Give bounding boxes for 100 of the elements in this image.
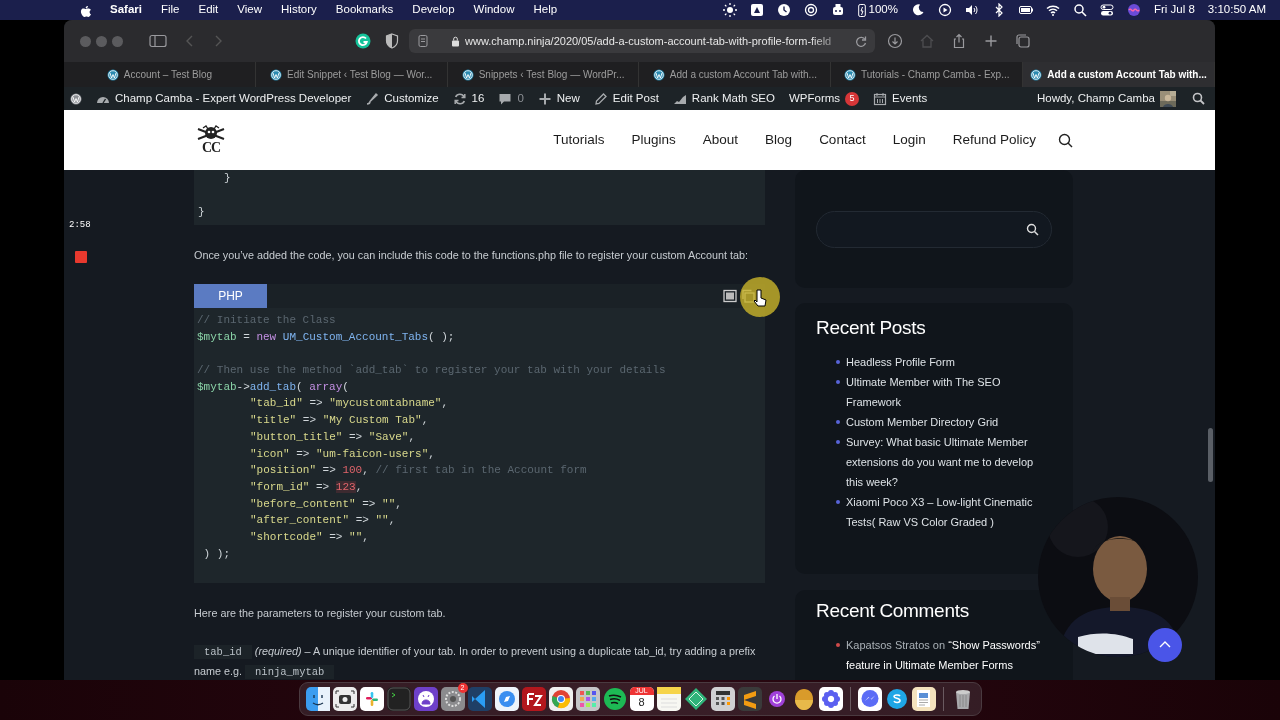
wifi-icon[interactable] (1045, 3, 1060, 17)
code-line: } (198, 206, 205, 218)
site-logo[interactable]: CC (194, 125, 228, 155)
app-icon[interactable] (305, 687, 330, 711)
sidebar-icon[interactable] (149, 34, 167, 48)
paragraph-text: Once you’ve added the code, you can include this code to the functions.php file to register your custom Account tab: (194, 248, 749, 263)
app-icon[interactable] (818, 687, 843, 711)
post-link[interactable]: Headless Profile Form (846, 352, 1052, 372)
new-tab-icon[interactable] (983, 33, 999, 49)
admin-site-link[interactable]: Champ Camba - Expert WordPress Developer (96, 89, 352, 108)
menu-item[interactable]: Bookmarks (335, 1, 394, 19)
apple-icon[interactable] (80, 3, 91, 17)
reload-icon[interactable] (855, 35, 867, 47)
assistant-icon[interactable] (1126, 3, 1141, 17)
nav-link[interactable]: About (702, 129, 739, 151)
code-line: // Then use the method `add_tab` to register your tab with your details (197, 364, 666, 377)
app-icon[interactable] (440, 687, 465, 711)
reader-icon[interactable] (417, 34, 429, 48)
search-icon[interactable] (1058, 132, 1073, 148)
paragraph-text: tab_id (required) – A unique identifier of your tab. In order to prevent using a duplicate tab_id, try adding a prefix name e.g. ninja_mytab (194, 644, 757, 680)
app-icon[interactable] (737, 687, 762, 711)
menu-item[interactable]: Develop (412, 1, 455, 19)
search-icon[interactable] (1026, 223, 1039, 236)
volume-icon[interactable] (964, 3, 979, 17)
admin-bar-item[interactable]: Rank Math SEO (672, 89, 775, 108)
app-icon[interactable] (683, 687, 708, 711)
app-icon[interactable] (332, 687, 357, 711)
menu-bar-date[interactable]: Fri Jul 8 (1153, 1, 1195, 19)
post-link[interactable]: Ultimate Member with The SEO Framework (846, 372, 1052, 412)
menu-item[interactable]: View (237, 1, 263, 19)
post-link[interactable]: Xiaomi Poco X3 – Low-light Cinematic Tests( Raw VS Color Graded ) (846, 492, 1052, 532)
app-icon[interactable] (521, 687, 546, 711)
menu-item[interactable]: Window (473, 1, 515, 19)
scroll-top-button[interactable] (1148, 628, 1182, 662)
nav-link[interactable]: Login (892, 129, 926, 151)
admin-bar-item[interactable]: Customize (365, 89, 439, 108)
admin-bar-item[interactable]: New (537, 89, 580, 108)
app-icon[interactable] (911, 687, 936, 711)
admin-bar-item[interactable]: Edit Post (593, 89, 659, 108)
menu-item[interactable]: Edit (198, 1, 219, 19)
drive-icon[interactable] (750, 3, 765, 17)
robot-icon[interactable] (831, 3, 846, 17)
lock-icon (451, 35, 460, 47)
site-icon (461, 68, 474, 81)
shield-icon[interactable] (385, 33, 399, 49)
app-icon[interactable] (494, 687, 519, 711)
app-icon[interactable] (602, 687, 627, 711)
battery-icon[interactable] (858, 3, 867, 17)
menu-bar-time[interactable]: 3:10:50 AM (1207, 1, 1266, 19)
post-link[interactable]: Survey: What basic Ultimate Member extensions do you want me to develop this week? (846, 432, 1052, 492)
app-icon[interactable] (413, 687, 438, 711)
scrollbar-thumb[interactable] (1208, 428, 1213, 482)
admin-bar-item[interactable]: 16 (452, 89, 485, 108)
menu-item[interactable]: Help (533, 1, 558, 19)
target-icon[interactable] (804, 3, 819, 17)
pencil-icon (593, 91, 608, 106)
nav-link[interactable]: Tutorials (553, 129, 605, 151)
moon-icon[interactable] (910, 3, 925, 17)
browser-tab[interactable]: Add a custom Account Tab with... (1023, 62, 1215, 87)
control-center-icon[interactable] (1099, 3, 1114, 17)
plus-icon (537, 91, 552, 106)
brightness-icon[interactable] (723, 3, 738, 17)
nav-link[interactable]: Contact (819, 129, 866, 151)
share-icon[interactable] (951, 33, 967, 49)
app-icon[interactable] (884, 687, 909, 711)
nav-link[interactable]: Refund Policy (952, 129, 1036, 151)
app-icon[interactable] (548, 687, 573, 711)
nav-link[interactable]: Blog (765, 129, 793, 151)
widget-title: Recent Posts (816, 316, 927, 340)
admin-bar-item[interactable]: WPForms 5 (788, 89, 860, 108)
tab-overview-icon[interactable] (1015, 33, 1031, 49)
search-field[interactable] (816, 211, 1052, 248)
battery-percent: 100% (868, 2, 898, 18)
cursor-icon (739, 276, 781, 318)
admin-bar-item[interactable]: 0 (498, 89, 524, 108)
download-icon[interactable] (887, 33, 903, 49)
app-icon[interactable] (710, 687, 735, 711)
account-menu[interactable]: Howdy, Champ Camba (1036, 89, 1176, 108)
expand-icon[interactable] (723, 289, 737, 303)
code-line: ) ); (202, 547, 230, 560)
site-icon (843, 68, 856, 81)
clock-icon[interactable] (777, 3, 792, 17)
app-icon[interactable] (857, 687, 882, 711)
admin-bar-item[interactable]: Events (873, 89, 928, 108)
app-icon[interactable] (359, 687, 384, 711)
app-menu[interactable]: Safari (110, 1, 142, 19)
app-icon[interactable] (656, 687, 681, 711)
extension-icon[interactable] (355, 33, 371, 49)
battery-icon[interactable] (1018, 3, 1033, 17)
search-icon[interactable] (1192, 92, 1205, 105)
post-link[interactable]: Custom Member Directory Grid (846, 412, 1052, 432)
play-icon[interactable] (937, 3, 952, 17)
menu-item[interactable]: History (281, 1, 317, 19)
code-line: } (224, 172, 231, 184)
search-icon[interactable] (1072, 3, 1087, 17)
address-field[interactable]: www.champ.ninja/2020/05/add-a-custom-account-tab-with-profile-form-field (409, 29, 875, 53)
app-icon[interactable] (575, 687, 600, 711)
menu-item[interactable]: File (160, 1, 180, 19)
recent-comment[interactable]: Kapatsos Stratos on “Show Passwords” feature in Ultimate Member Forms (846, 635, 1052, 675)
nav-link[interactable]: Plugins (631, 129, 676, 151)
